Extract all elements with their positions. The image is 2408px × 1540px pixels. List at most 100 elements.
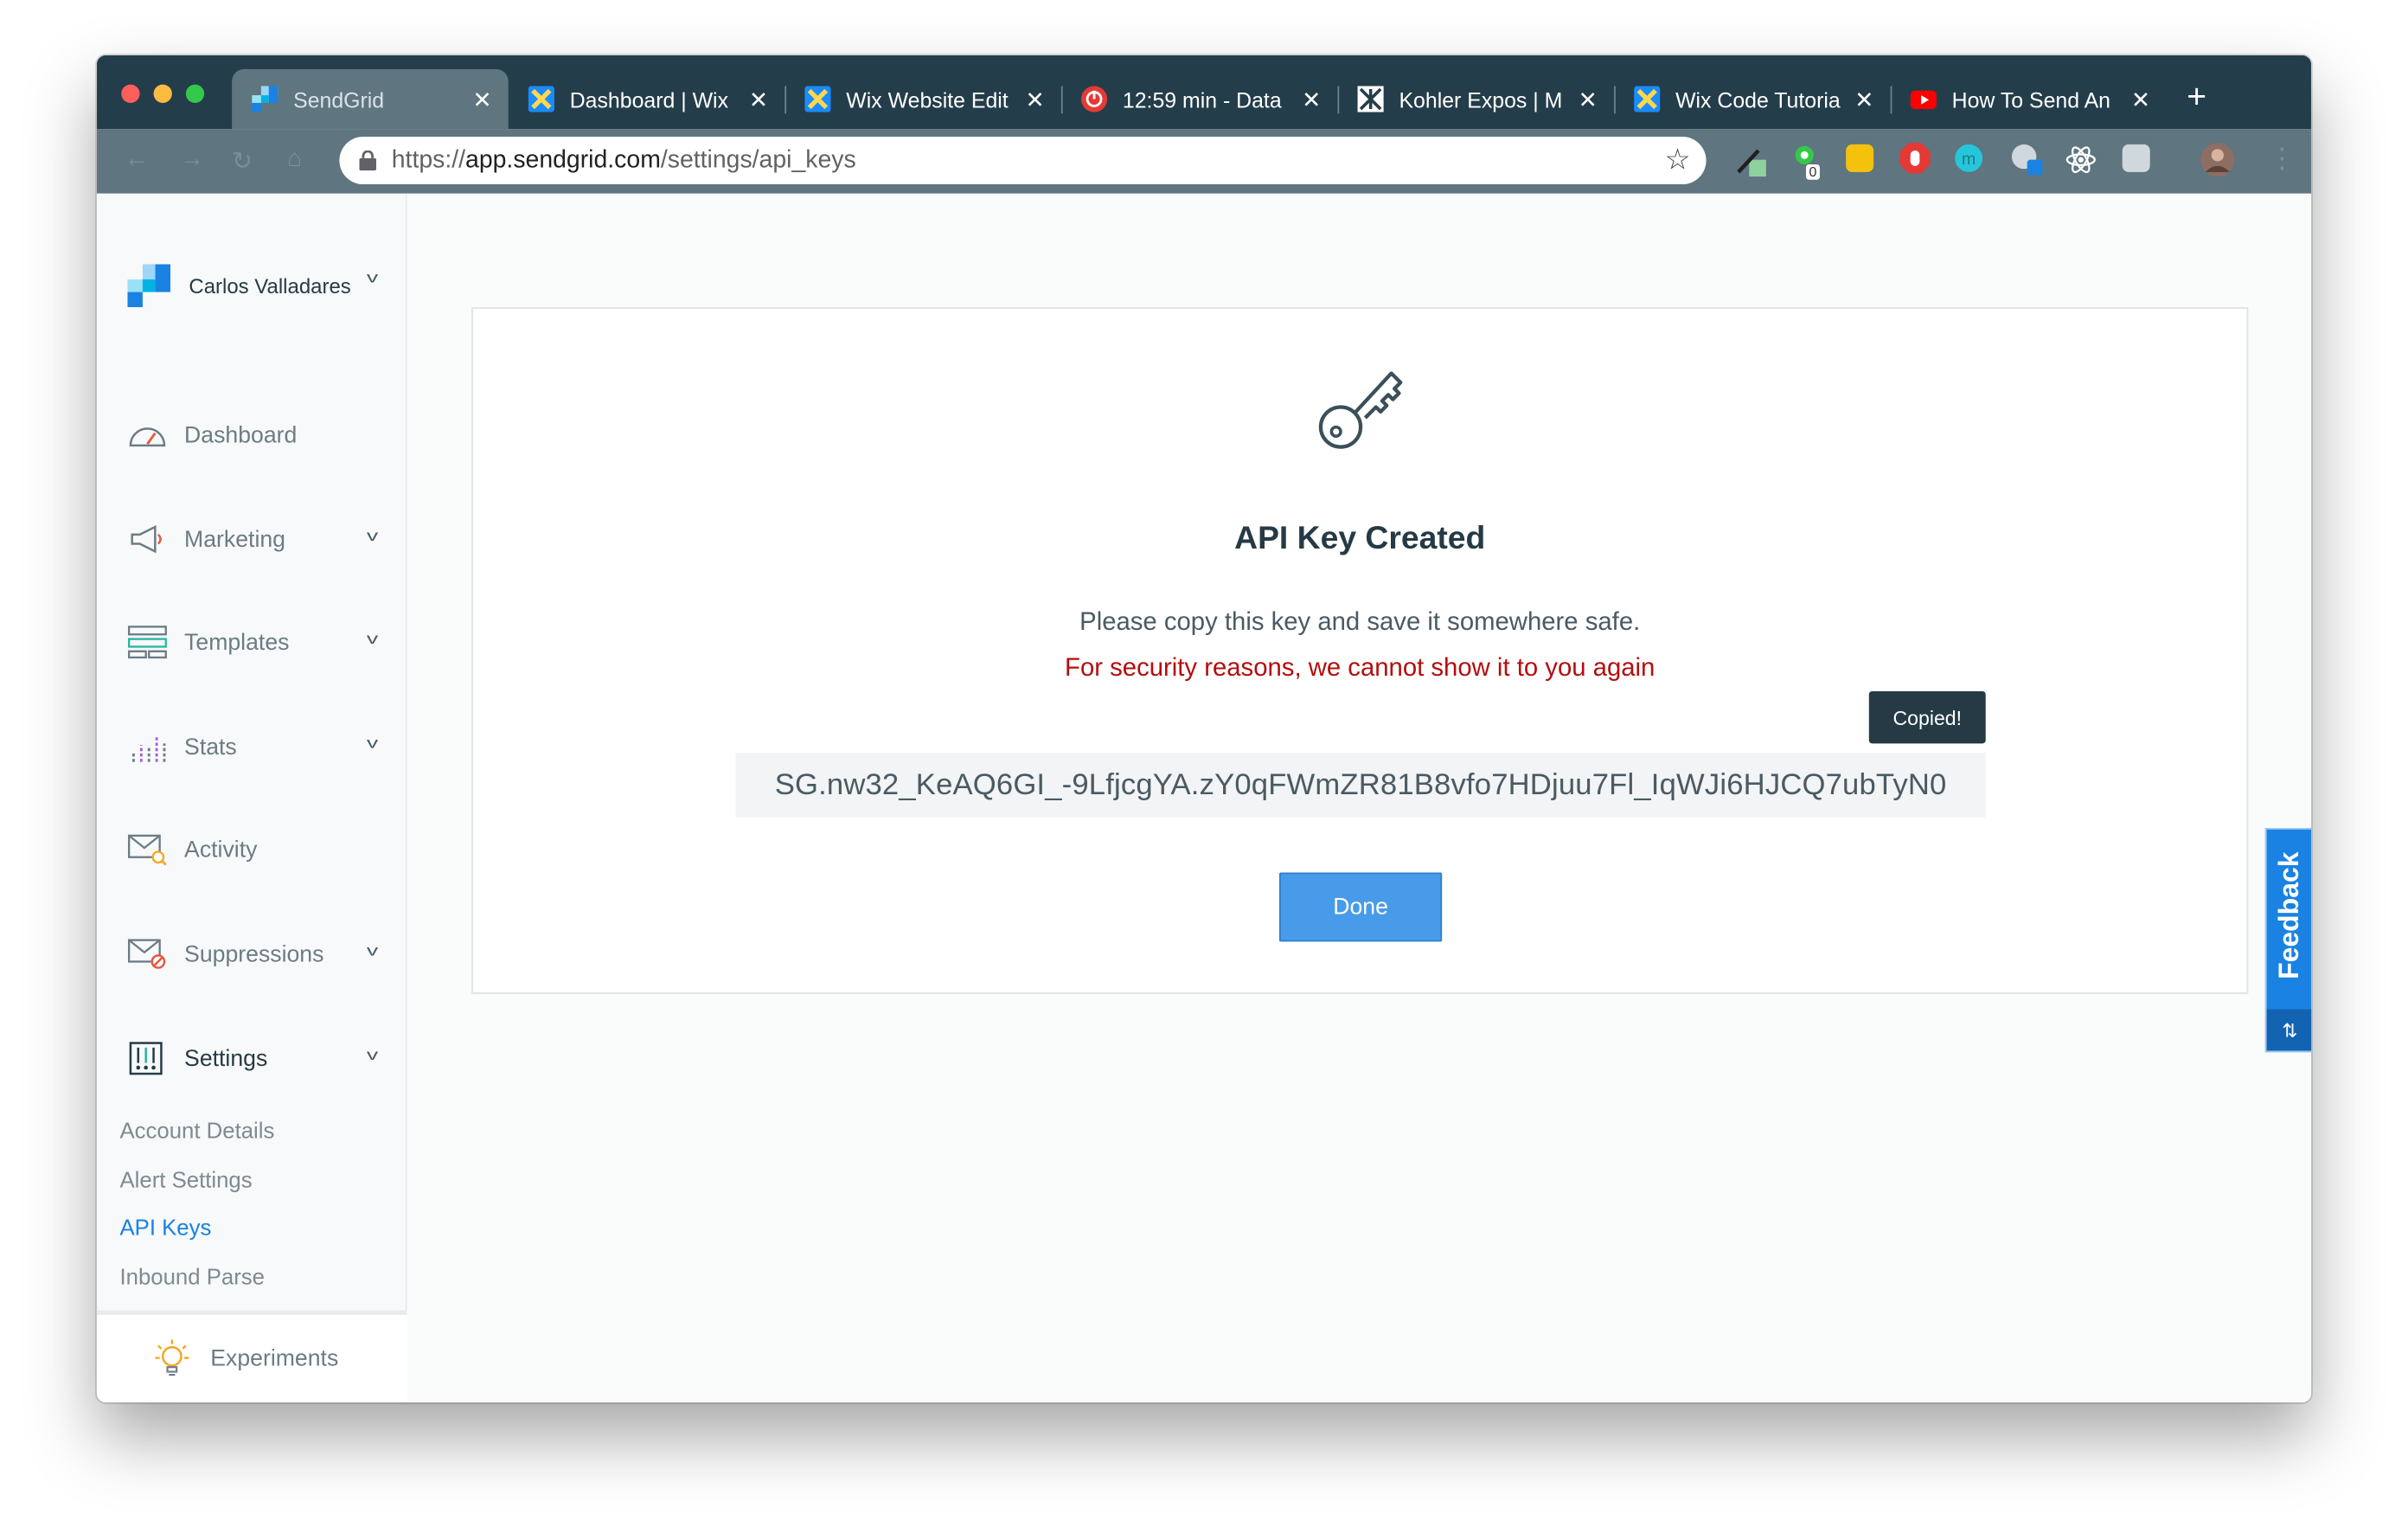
close-icon[interactable]: ✕ xyxy=(742,86,776,112)
megaphone-icon xyxy=(127,523,167,556)
new-tab-button[interactable]: + xyxy=(2187,79,2206,113)
sidebar-item-label: Marketing xyxy=(184,526,285,553)
home-icon[interactable]: ⌂ xyxy=(287,146,302,174)
tab-title: Wix Code Tutoria xyxy=(1675,87,1841,112)
sidebar-subitem-alert-settings[interactable]: Alert Settings xyxy=(119,1169,252,1193)
experiments-button[interactable]: Experiments xyxy=(96,1310,407,1403)
teal-extension-icon[interactable]: m xyxy=(1955,144,1983,172)
main-content: API Key Created Please copy this key and… xyxy=(407,193,2312,1403)
feedback-icon: ⇅ xyxy=(2266,1009,2312,1051)
sidebar-subitem-inbound-parse[interactable]: Inbound Parse xyxy=(119,1266,264,1290)
sidebar-subitem-api-keys[interactable]: API Keys xyxy=(119,1216,211,1241)
wix-favicon-icon xyxy=(528,86,554,112)
reload-icon[interactable]: ↻ xyxy=(232,146,253,177)
card-title: API Key Created xyxy=(1234,520,1486,556)
copied-tooltip: Copied! xyxy=(1868,690,1986,744)
eyedropper-extension-icon[interactable] xyxy=(1734,143,1768,177)
tab-strip: SendGrid ✕ Dashboard | Wix ✕ Wix Website… xyxy=(96,55,2312,130)
forward-arrow-icon[interactable]: → xyxy=(180,146,204,174)
close-icon[interactable]: ✕ xyxy=(1018,86,1052,112)
close-icon[interactable]: ✕ xyxy=(2124,86,2158,112)
minimize-window-button[interactable] xyxy=(153,84,172,103)
sidebar-item-templates[interactable]: Templates xyxy=(127,626,388,659)
tab-youtube-how-to-send[interactable]: How To Send An ✕ xyxy=(1891,69,2168,129)
security-warning: For security reasons, we cannot show it … xyxy=(1065,654,1656,683)
sidebar-item-label: Dashboard xyxy=(184,421,298,448)
lightbulb-icon xyxy=(155,1338,189,1376)
green-extension-icon[interactable]: 0 xyxy=(1790,144,1824,182)
chevron-down-icon[interactable]: v xyxy=(367,529,378,546)
tab-wix-dashboard[interactable]: Dashboard | Wix ✕ xyxy=(509,69,787,129)
url-path: /settings/api_keys xyxy=(660,146,856,173)
activity-icon xyxy=(127,832,167,866)
menu-icon[interactable]: ⋮ xyxy=(2268,143,2296,175)
stats-icon xyxy=(127,729,167,763)
browser-window: SendGrid ✕ Dashboard | Wix ✕ Wix Website… xyxy=(96,55,2312,1403)
close-icon[interactable]: ✕ xyxy=(1571,86,1604,112)
sendgrid-favicon-icon xyxy=(252,86,279,112)
sidebar-item-marketing[interactable]: Marketing xyxy=(127,523,388,556)
sidebar-subitem-account-details[interactable]: Account Details xyxy=(119,1120,274,1144)
screenshot-stage: SendGrid ✕ Dashboard | Wix ✕ Wix Website… xyxy=(0,0,2408,1540)
tab-wix-editor[interactable]: Wix Website Edit ✕ xyxy=(785,69,1063,129)
address-bar[interactable]: https://app.sendgrid.com/settings/api_ke… xyxy=(339,137,1707,185)
close-icon[interactable]: ✕ xyxy=(1848,86,1881,112)
profile-avatar-icon[interactable] xyxy=(2200,143,2235,177)
adblock-extension-icon[interactable] xyxy=(1899,143,1931,174)
close-icon[interactable]: ✕ xyxy=(1295,86,1329,112)
sidebar: Carlos Valladares v Dashboard Marketing … xyxy=(96,193,407,1403)
chevron-down-icon[interactable]: v xyxy=(367,1048,378,1065)
svg-text:m: m xyxy=(1962,150,1976,169)
tab-title: How To Send An xyxy=(1951,87,2111,112)
tab-sendgrid[interactable]: SendGrid ✕ xyxy=(232,68,509,130)
yellow-extension-icon[interactable] xyxy=(1846,144,1874,172)
url-scheme: https:// xyxy=(391,146,466,173)
account-switcher[interactable]: Carlos Valladares xyxy=(127,264,351,308)
sidebar-item-label: Activity xyxy=(184,836,258,863)
tab-kohler-expos[interactable]: Kohler Expos | M ✕ xyxy=(1337,69,1616,129)
tab-wix-code-tutorial[interactable]: Wix Code Tutoria ✕ xyxy=(1614,69,1892,129)
account-chevron-down-icon[interactable]: v xyxy=(367,270,378,287)
gray-extension-icon[interactable] xyxy=(2122,144,2150,172)
close-window-button[interactable] xyxy=(121,84,140,103)
maximize-window-button[interactable] xyxy=(185,84,205,103)
done-button[interactable]: Done xyxy=(1278,872,1443,942)
kohler-favicon-icon xyxy=(1357,86,1384,112)
timer-favicon-icon xyxy=(1080,86,1108,112)
tab-data-timer[interactable]: 12:59 min - Data ✕ xyxy=(1061,69,1340,129)
sidebar-item-dashboard[interactable]: Dashboard xyxy=(127,418,388,452)
copy-instructions: Please copy this key and save it somewhe… xyxy=(1079,608,1641,637)
tab-title: 12:59 min - Data xyxy=(1122,87,1282,112)
url-text: https://app.sendgrid.com/settings/api_ke… xyxy=(392,147,856,175)
sidebar-item-label: Templates xyxy=(184,629,290,656)
key-icon xyxy=(1318,371,1403,449)
tab-title: Dashboard | Wix xyxy=(569,87,729,112)
sidebar-item-label: Settings xyxy=(184,1045,268,1072)
gray-x-extension-icon[interactable] xyxy=(2010,143,2044,176)
account-name: Carlos Valladares xyxy=(189,273,351,298)
dashboard-icon xyxy=(127,418,167,452)
react-devtools-icon[interactable] xyxy=(2065,144,2097,176)
api-key-field[interactable]: SG.nw32_KeAQ6GI_-9LfjcgYA.zY0qFWmZR81B8v… xyxy=(735,752,1986,818)
back-arrow-icon[interactable]: ← xyxy=(125,146,149,174)
youtube-favicon-icon xyxy=(1910,86,1937,112)
feedback-label: Feedback xyxy=(2272,851,2304,979)
sidebar-item-stats[interactable]: Stats xyxy=(127,729,388,763)
chevron-down-icon[interactable]: v xyxy=(367,943,378,960)
chevron-down-icon[interactable]: v xyxy=(367,632,378,649)
wix-favicon-icon xyxy=(1634,86,1661,112)
feedback-tab[interactable]: Feedback ⇅ xyxy=(2264,827,2312,1053)
tab-title: Wix Website Edit xyxy=(846,87,1009,112)
api-key-created-card: API Key Created Please copy this key and… xyxy=(471,307,2249,994)
sidebar-item-suppressions[interactable]: Suppressions xyxy=(127,937,388,971)
close-icon[interactable]: ✕ xyxy=(465,86,499,112)
sidebar-item-activity[interactable]: Activity xyxy=(127,832,388,866)
bookmark-star-icon[interactable]: ☆ xyxy=(1665,143,1691,178)
sidebar-item-settings[interactable]: Settings xyxy=(127,1042,388,1075)
settings-icon xyxy=(127,1042,167,1075)
extension-badge: 0 xyxy=(1805,164,1820,180)
experiments-label: Experiments xyxy=(210,1345,339,1372)
sendgrid-logo-icon xyxy=(127,264,171,308)
tab-title: Kohler Expos | M xyxy=(1399,87,1563,112)
chevron-down-icon[interactable]: v xyxy=(367,735,378,753)
